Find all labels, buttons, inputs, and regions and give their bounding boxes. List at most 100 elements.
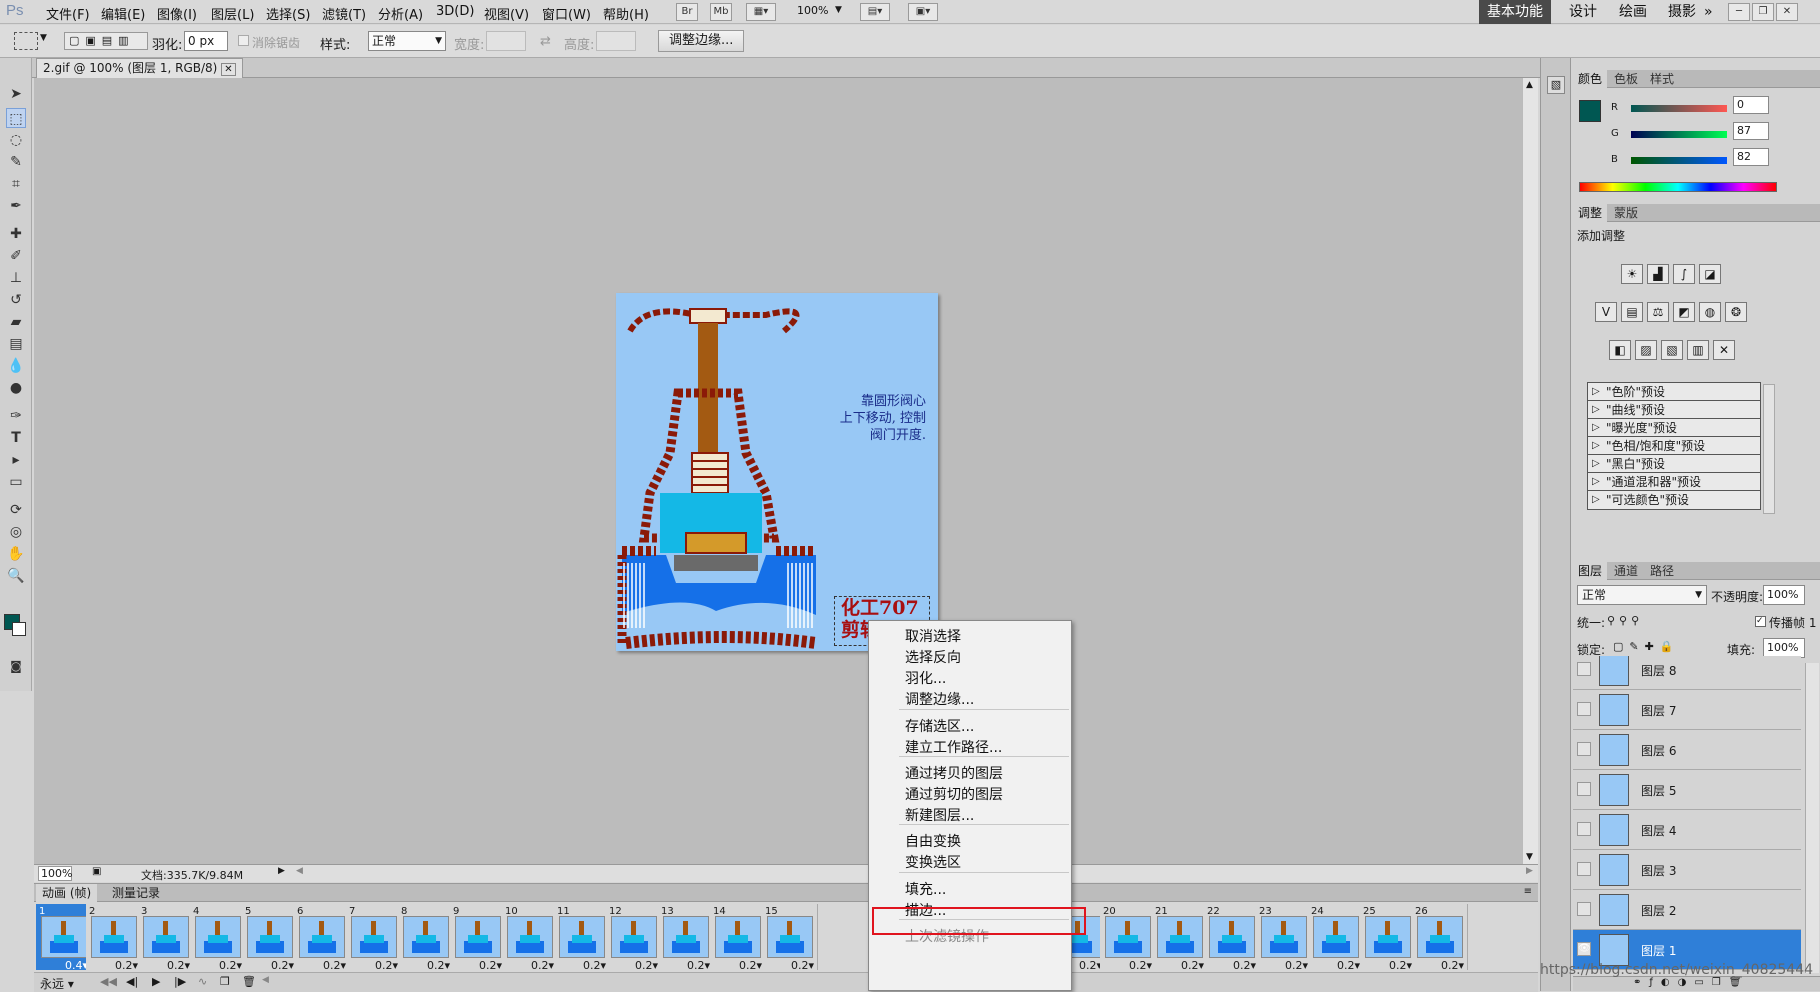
frame-delay[interactable]: 0.2▾ bbox=[323, 959, 346, 972]
context-menu-item[interactable]: 通过剪切的图层 bbox=[905, 784, 1003, 804]
minimize-icon[interactable]: ─ bbox=[1728, 3, 1750, 21]
animation-frame[interactable]: 8 0.2▾ bbox=[398, 904, 454, 972]
adjust-preset-item[interactable]: "通道混和器"预设 bbox=[1587, 472, 1761, 492]
status-menu-arrow-icon[interactable]: ▶ bbox=[278, 866, 285, 876]
animation-frame[interactable]: 10 0.2▾ bbox=[502, 904, 558, 972]
next-frame-icon[interactable]: |▶ bbox=[174, 975, 186, 988]
selective-color-icon[interactable]: ✕ bbox=[1713, 340, 1735, 360]
tab-channels[interactable]: 通道 bbox=[1609, 562, 1643, 580]
frame-delay[interactable]: 0.2▾ bbox=[1233, 959, 1256, 972]
eye-icon[interactable]: 👁 bbox=[1577, 942, 1591, 956]
menu-help[interactable]: 帮助(H) bbox=[603, 4, 649, 23]
frame-delay[interactable]: 0.2▾ bbox=[635, 959, 658, 972]
tab-swatches[interactable]: 色板 bbox=[1609, 70, 1643, 88]
rect-marquee-preset-icon[interactable] bbox=[14, 32, 38, 50]
posterize-icon[interactable]: ▨ bbox=[1635, 340, 1657, 360]
menu-view[interactable]: 视图(V) bbox=[484, 4, 529, 23]
loop-select[interactable]: 永远 ▾ bbox=[40, 975, 74, 992]
frame-delay[interactable]: 0.2▾ bbox=[687, 959, 710, 972]
menu-file[interactable]: 文件(F) bbox=[46, 4, 90, 23]
3d-rotate-icon[interactable]: ⟳ bbox=[6, 500, 26, 520]
document-tab[interactable]: 2.gif @ 100% (图层 1, RGB/8) ✕ bbox=[36, 58, 243, 78]
workspace-essentials[interactable]: 基本功能 bbox=[1479, 0, 1551, 24]
menu-image[interactable]: 图像(I) bbox=[157, 4, 197, 23]
b-slider[interactable] bbox=[1631, 157, 1727, 164]
animation-frame[interactable]: 24 0.2▾ bbox=[1308, 904, 1364, 972]
b-value[interactable]: 82 bbox=[1733, 148, 1769, 166]
scroll-left-icon[interactable]: ◀ bbox=[262, 975, 269, 985]
frame-delay[interactable]: 0.2▾ bbox=[531, 959, 554, 972]
close-tab-icon[interactable]: ✕ bbox=[221, 63, 236, 76]
visibility-toggle[interactable] bbox=[1577, 702, 1591, 716]
gradient-tool-icon[interactable]: ▤ bbox=[6, 334, 26, 354]
animation-frame[interactable]: 13 0.2▾ bbox=[658, 904, 714, 972]
tab-color[interactable]: 颜色 bbox=[1573, 70, 1608, 88]
prev-frame-icon[interactable]: ◀| bbox=[126, 975, 138, 988]
adjust-preset-item[interactable]: "黑白"预设 bbox=[1587, 454, 1761, 474]
visibility-toggle[interactable] bbox=[1577, 862, 1591, 876]
hue-sat-icon[interactable]: ▤ bbox=[1621, 302, 1643, 322]
unify-buttons[interactable]: ⚲⚲⚲ bbox=[1607, 614, 1643, 627]
history-brush-icon[interactable]: ↺ bbox=[6, 290, 26, 310]
healing-brush-icon[interactable]: ✚ bbox=[6, 224, 26, 244]
animation-frame[interactable]: 22 0.2▾ bbox=[1204, 904, 1260, 972]
animation-frame[interactable]: 26 0.2▾ bbox=[1412, 904, 1468, 972]
minibridge-button[interactable]: Mb bbox=[710, 3, 732, 21]
layer-row[interactable]: 图层 4 bbox=[1573, 810, 1801, 850]
layer-row[interactable]: 图层 2 bbox=[1573, 890, 1801, 930]
animation-frame[interactable]: 7 0.2▾ bbox=[346, 904, 402, 972]
duplicate-frame-icon[interactable]: ❐ bbox=[220, 975, 230, 988]
frame-delay[interactable]: 0.2▾ bbox=[791, 959, 814, 972]
close-icon[interactable]: ✕ bbox=[1776, 3, 1798, 21]
animation-frame[interactable]: 11 0.2▾ bbox=[554, 904, 610, 972]
tab-layers[interactable]: 图层 bbox=[1573, 562, 1608, 580]
selection-mode-group[interactable]: ▢▣▤▥ bbox=[64, 32, 148, 50]
blend-mode-select[interactable]: 正常 ▼ bbox=[1577, 585, 1707, 605]
animation-frame[interactable]: 12 0.2▾ bbox=[606, 904, 662, 972]
exposure-icon[interactable]: ◪ bbox=[1699, 264, 1721, 284]
type-tool-icon[interactable]: T bbox=[6, 428, 26, 448]
scroll-left-icon[interactable]: ◀ bbox=[296, 866, 303, 876]
more-workspaces[interactable]: » bbox=[1696, 0, 1721, 24]
context-menu-item[interactable]: 存储选区... bbox=[905, 716, 974, 736]
context-menu-item[interactable]: 选择反向 bbox=[905, 647, 961, 667]
tab-adjustments[interactable]: 调整 bbox=[1573, 204, 1608, 222]
menu-3d[interactable]: 3D(D) bbox=[436, 4, 474, 19]
animation-frame[interactable]: 25 0.2▾ bbox=[1360, 904, 1416, 972]
adjust-preset-item[interactable]: "色阶"预设 bbox=[1587, 382, 1761, 402]
chevron-down-icon[interactable]: ▼ bbox=[835, 5, 842, 15]
animation-frame[interactable]: 14 0.2▾ bbox=[710, 904, 766, 972]
frame-delay[interactable]: 0.2▾ bbox=[479, 959, 502, 972]
tab-masks[interactable]: 蒙版 bbox=[1609, 204, 1643, 222]
animation-frame[interactable]: 4 0.2▾ bbox=[190, 904, 246, 972]
tab-paths[interactable]: 路径 bbox=[1645, 562, 1679, 580]
3d-orbit-icon[interactable]: ◎ bbox=[6, 522, 26, 542]
frame-delay[interactable]: 0.2▾ bbox=[115, 959, 138, 972]
menu-filter[interactable]: 滤镜(T) bbox=[322, 4, 366, 23]
curves-icon[interactable]: ∫ bbox=[1673, 264, 1695, 284]
animation-frame[interactable]: 6 0.2▾ bbox=[294, 904, 350, 972]
visibility-toggle[interactable] bbox=[1577, 742, 1591, 756]
visibility-toggle[interactable] bbox=[1577, 902, 1591, 916]
delete-frame-icon[interactable]: 🗑 bbox=[242, 975, 256, 988]
tab-styles[interactable]: 样式 bbox=[1645, 70, 1679, 88]
eraser-tool-icon[interactable]: ▰ bbox=[6, 312, 26, 332]
threshold-icon[interactable]: ▧ bbox=[1661, 340, 1683, 360]
animation-frame[interactable]: 10.4▾ bbox=[36, 904, 92, 972]
adjust-preset-item[interactable]: "色相/饱和度"预设 bbox=[1587, 436, 1761, 456]
scroll-right-icon[interactable]: ▶ bbox=[1526, 866, 1533, 876]
frame-delay[interactable]: 0.2▾ bbox=[427, 959, 450, 972]
menu-analysis[interactable]: 分析(A) bbox=[378, 4, 423, 23]
workspace-design[interactable]: 设计 bbox=[1561, 0, 1605, 24]
style-select[interactable]: 正常 ▼ bbox=[368, 31, 446, 51]
context-menu-item[interactable]: 调整边缘... bbox=[905, 689, 974, 709]
frame-delay[interactable]: 0.2▾ bbox=[167, 959, 190, 972]
first-frame-icon[interactable]: ◀◀ bbox=[100, 975, 117, 988]
menu-layer[interactable]: 图层(L) bbox=[211, 4, 254, 23]
menu-select[interactable]: 选择(S) bbox=[266, 4, 310, 23]
channel-mixer-icon[interactable]: ❂ bbox=[1725, 302, 1747, 322]
invert-icon[interactable]: ◧ bbox=[1609, 340, 1631, 360]
layer-row[interactable]: 图层 6 bbox=[1573, 730, 1801, 770]
lasso-tool-icon[interactable]: ◌ bbox=[6, 130, 26, 150]
visibility-toggle[interactable] bbox=[1577, 662, 1591, 676]
